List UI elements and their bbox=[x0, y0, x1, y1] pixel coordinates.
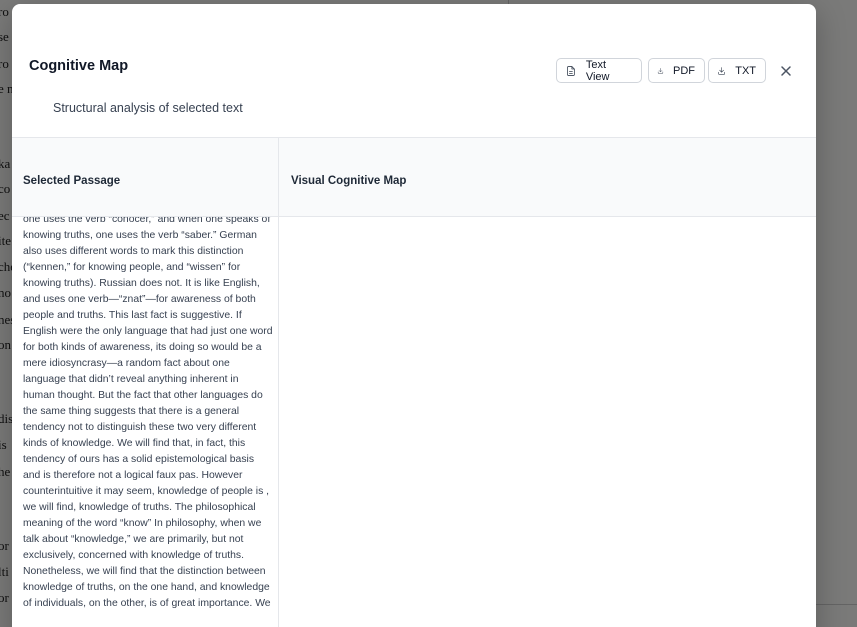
document-icon bbox=[567, 65, 575, 76]
selected-passage-scroll-area[interactable]: one uses the verb “conocer,” and when on… bbox=[12, 217, 279, 627]
selected-passage-text: one uses the verb “conocer,” and when on… bbox=[23, 217, 273, 609]
text-view-label: Text View bbox=[585, 58, 610, 83]
selected-passage-title: Selected Passage bbox=[23, 175, 121, 187]
dialog-title: Cognitive Map bbox=[29, 58, 129, 74]
download-txt-button[interactable]: TXT bbox=[708, 58, 766, 83]
dialog-header: Cognitive Map Structural analysis of sel… bbox=[12, 4, 816, 138]
pdf-label: PDF bbox=[673, 64, 695, 77]
visual-map-header: Visual Cognitive Map bbox=[279, 138, 816, 217]
text-view-button[interactable]: Text View bbox=[556, 58, 642, 83]
visual-map-title: Visual Cognitive Map bbox=[291, 175, 407, 187]
download-icon bbox=[657, 67, 664, 74]
download-pdf-button[interactable]: PDF bbox=[648, 58, 705, 83]
selected-passage-header: Selected Passage bbox=[12, 138, 279, 217]
close-button[interactable] bbox=[778, 63, 794, 79]
cognitive-map-dialog: Cognitive Map Structural analysis of sel… bbox=[12, 4, 816, 627]
download-icon bbox=[718, 66, 725, 75]
txt-label: TXT bbox=[735, 64, 756, 77]
close-icon bbox=[781, 66, 791, 76]
visual-cognitive-map-canvas[interactable] bbox=[279, 217, 816, 627]
dialog-subtitle: Structural analysis of selected text bbox=[53, 101, 243, 115]
